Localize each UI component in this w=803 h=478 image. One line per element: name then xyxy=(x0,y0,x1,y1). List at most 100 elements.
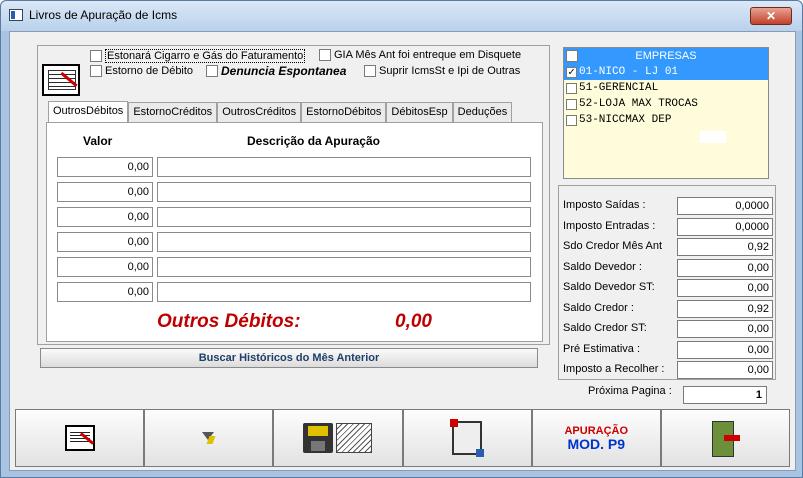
tab-debitos-esp[interactable]: DébitosEsp xyxy=(386,102,453,122)
empresa-checkbox[interactable] xyxy=(566,114,577,126)
pre-estimativa-field[interactable]: 0,00 xyxy=(677,341,773,359)
empresa-item[interactable]: 01-NICO - LJ 01 xyxy=(564,64,768,80)
empresa-item[interactable]: 52-LOJA MAX TROCAS xyxy=(564,96,768,112)
bottom-toolbar: APURAÇÃO MOD. P9 xyxy=(15,409,791,467)
sdo-credor-mes-ant-field[interactable]: 0,92 xyxy=(677,238,773,256)
saldo-devedor-st-label: Saldo Devedor ST: xyxy=(563,281,655,293)
tab-deducoes[interactable]: Deduções xyxy=(452,102,513,122)
checkbox-box[interactable] xyxy=(206,65,218,77)
empresa-checkbox[interactable] xyxy=(566,98,577,110)
denuncia-checkbox[interactable]: Denuncia Espontanea xyxy=(206,64,346,78)
checkbox-box[interactable] xyxy=(90,50,102,62)
filter-button[interactable] xyxy=(144,409,274,467)
window-title: Livros de Apuração de Icms xyxy=(29,8,178,22)
suprir-checkbox[interactable]: Suprir IcmsSt e Ipi de Outras xyxy=(364,65,520,77)
valor-field[interactable]: 0,00 xyxy=(57,232,153,252)
valor-column-header: Valor xyxy=(83,134,113,148)
total-value: 0,00 xyxy=(395,311,432,332)
descricao-field[interactable] xyxy=(157,232,531,252)
estornar-cigarro-checkbox[interactable]: Estonará Cigarro e Gás do Faturamento xyxy=(90,49,306,63)
filter-icon xyxy=(201,432,216,444)
apuracao-mod-p9-button[interactable]: APURAÇÃO MOD. P9 xyxy=(531,409,661,467)
proxima-pagina-field[interactable]: 1 xyxy=(683,386,767,404)
spreadsheet-icon xyxy=(336,423,373,453)
saldo-devedor-st-field[interactable]: 0,00 xyxy=(677,279,773,297)
empresa-label: 01-NICO - LJ 01 xyxy=(579,66,679,78)
apuracao-panel: Estonará Cigarro e Gás do Faturamento GI… xyxy=(37,45,550,345)
exit-icon xyxy=(710,421,741,457)
estorno-debito-label: Estorno de Débito xyxy=(105,65,194,77)
descricao-field[interactable] xyxy=(157,282,531,302)
select-all-checkbox[interactable] xyxy=(566,50,578,62)
save-button[interactable] xyxy=(273,409,403,467)
valor-field[interactable]: 0,00 xyxy=(57,182,153,202)
crop-icon xyxy=(450,419,485,457)
total-label: Outros Débitos: xyxy=(157,311,301,332)
tab-estorno-creditos[interactable]: EstornoCréditos xyxy=(128,102,218,122)
sdo-credor-mes-ant-label: Sdo Credor Mês Ant xyxy=(563,240,663,252)
window: Livros de Apuração de Icms ✕ Estonará Ci… xyxy=(0,0,803,478)
tab-estorno-debitos[interactable]: EstornoDébitos xyxy=(301,102,387,122)
saldo-devedor-field[interactable]: 0,00 xyxy=(677,259,773,277)
imposto-recolher-label: Imposto a Recolher : xyxy=(563,363,665,375)
pre-estimativa-label: Pré Estimativa : xyxy=(563,343,641,355)
list-background xyxy=(564,128,768,178)
imposto-recolher-field[interactable]: 0,00 xyxy=(677,361,773,379)
valor-field[interactable]: 0,00 xyxy=(57,257,153,277)
empresa-label: 52-LOJA MAX TROCAS xyxy=(579,98,698,110)
descricao-field[interactable] xyxy=(157,257,531,277)
window-icon xyxy=(9,9,23,21)
exit-button[interactable] xyxy=(660,409,791,467)
suprir-label: Suprir IcmsSt e Ipi de Outras xyxy=(379,65,521,77)
checkbox-box[interactable] xyxy=(364,65,376,77)
empresa-item[interactable]: 51-GERENCIAL xyxy=(564,80,768,96)
gia-mes-ant-checkbox[interactable]: GIA Mês Ant foi entreque em Disquete xyxy=(319,49,521,61)
tab-outros-creditos[interactable]: OutrosCréditos xyxy=(217,102,302,122)
checkbox-box[interactable] xyxy=(319,49,331,61)
report-icon[interactable] xyxy=(42,64,80,96)
estornar-cigarro-label: Estonará Cigarro e Gás do Faturamento xyxy=(105,49,306,63)
empresas-header: EMPRESAS xyxy=(564,48,768,64)
descricao-field[interactable] xyxy=(157,157,531,177)
empresa-checkbox[interactable] xyxy=(566,82,577,94)
empresa-label: 53-NICCMAX DEP xyxy=(579,114,672,126)
saldo-credor-st-field[interactable]: 0,00 xyxy=(677,320,773,338)
estorno-debito-checkbox[interactable]: Estorno de Débito xyxy=(90,65,193,77)
buscar-historicos-button[interactable]: Buscar Históricos do Mês Anterior xyxy=(40,348,538,368)
report-icon xyxy=(64,425,95,451)
list-highlight-gap xyxy=(700,131,726,143)
saldo-credor-field[interactable]: 0,92 xyxy=(677,300,773,318)
checkbox-box[interactable] xyxy=(90,65,102,77)
tab-outros-debitos[interactable]: OutrosDébitos xyxy=(48,101,129,122)
imposto-saidas-field[interactable]: 0,0000 xyxy=(677,197,773,215)
print-report-button[interactable] xyxy=(15,409,145,467)
empresa-label: 51-GERENCIAL xyxy=(579,82,659,94)
outros-debitos-tab-panel: Valor Descrição da Apuração 0,00 0,00 0,… xyxy=(46,122,543,342)
save-icon xyxy=(303,423,334,453)
client-area: Estonará Cigarro e Gás do Faturamento GI… xyxy=(9,31,796,471)
gia-mes-ant-label: GIA Mês Ant foi entreque em Disquete xyxy=(334,49,522,61)
denuncia-label: Denuncia Espontanea xyxy=(221,64,347,78)
empresa-checkbox[interactable] xyxy=(566,66,577,78)
descricao-field[interactable] xyxy=(157,182,531,202)
valor-field[interactable]: 0,00 xyxy=(57,282,153,302)
proxima-pagina-label: Próxima Pagina : xyxy=(588,385,672,397)
crop-button[interactable] xyxy=(402,409,532,467)
empresa-item[interactable]: 53-NICCMAX DEP xyxy=(564,112,768,128)
imposto-saidas-label: Imposto Saídas : xyxy=(563,199,646,211)
imposto-entradas-field[interactable]: 0,0000 xyxy=(677,218,773,236)
empresas-header-label: EMPRESAS xyxy=(635,50,697,62)
descricao-field[interactable] xyxy=(157,207,531,227)
valor-field[interactable]: 0,00 xyxy=(57,157,153,177)
tab-strip: OutrosDébitos EstornoCréditos OutrosCréd… xyxy=(48,101,513,122)
empresas-list: EMPRESAS 01-NICO - LJ 01 51-GERENCIAL 52… xyxy=(563,47,769,179)
apuracao-mod-p9-icon: APURAÇÃO MOD. P9 xyxy=(564,424,629,452)
valor-field[interactable]: 0,00 xyxy=(57,207,153,227)
title-bar: Livros de Apuração de Icms ✕ xyxy=(1,1,802,31)
apuracao-line2: MOD. P9 xyxy=(567,435,626,452)
saldo-credor-label: Saldo Credor : xyxy=(563,302,634,314)
close-button[interactable]: ✕ xyxy=(750,7,792,25)
descricao-column-header: Descrição da Apuração xyxy=(247,134,380,148)
apuracao-line1: APURAÇÃO xyxy=(564,424,629,437)
saldo-credor-st-label: Saldo Credor ST: xyxy=(563,322,647,334)
